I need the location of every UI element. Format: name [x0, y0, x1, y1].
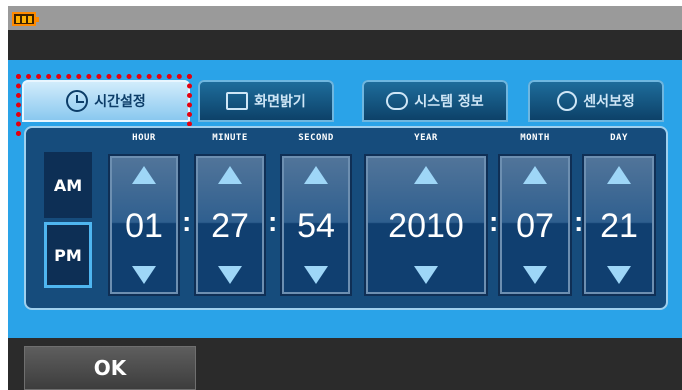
- day-header: DAY: [610, 133, 628, 143]
- hour-up-arrow-icon[interactable]: [132, 166, 156, 184]
- minute-up-arrow-icon[interactable]: [218, 166, 242, 184]
- month-up-arrow-icon[interactable]: [523, 166, 547, 184]
- day-down-arrow-icon[interactable]: [607, 266, 631, 284]
- year-up-arrow-icon[interactable]: [414, 166, 438, 184]
- pm-label: PM: [54, 245, 82, 265]
- minute-value: 27: [211, 207, 249, 245]
- year-value: 2010: [388, 207, 464, 245]
- hour-field: 01: [108, 154, 180, 296]
- tab-sensor-calibration[interactable]: 센서보정: [528, 80, 664, 122]
- tab-label: 센서보정: [583, 94, 635, 110]
- hour-header: HOUR: [132, 133, 156, 143]
- settings-area: 시간설정 화면밝기 시스템 정보 센서보정 AM PM HOUR MINUTE …: [8, 60, 682, 338]
- second-header: SECOND: [298, 133, 334, 143]
- am-label: AM: [53, 175, 83, 195]
- refresh-icon: [557, 91, 578, 111]
- year-header: YEAR: [414, 133, 438, 143]
- monitor-icon: [226, 92, 249, 110]
- hour-down-arrow-icon[interactable]: [132, 266, 156, 284]
- month-field: 07: [498, 154, 572, 296]
- time-setting-panel: AM PM HOUR MINUTE SECOND YEAR MONTH DAY …: [24, 126, 668, 310]
- year-down-arrow-icon[interactable]: [414, 266, 438, 284]
- month-header: MONTH: [520, 133, 550, 143]
- tab-label: 시스템 정보: [414, 94, 484, 110]
- device-screen: 시간설정 화면밝기 시스템 정보 센서보정 AM PM HOUR MINUTE …: [8, 6, 682, 390]
- second-down-arrow-icon[interactable]: [304, 266, 328, 284]
- ok-button[interactable]: OK: [24, 346, 196, 390]
- title-bar: [8, 12, 682, 60]
- hour-value: 01: [125, 207, 163, 245]
- status-bar: [8, 6, 682, 30]
- tab-screen-brightness[interactable]: 화면밝기: [198, 80, 334, 122]
- speech-bubble-icon: [386, 92, 409, 110]
- separator: :: [268, 206, 278, 237]
- pm-button[interactable]: PM: [44, 222, 92, 288]
- separator: :: [182, 206, 192, 237]
- second-value: 54: [297, 207, 335, 245]
- am-button[interactable]: AM: [44, 152, 92, 218]
- day-value: 21: [600, 207, 638, 245]
- month-value: 07: [516, 207, 554, 245]
- minute-down-arrow-icon[interactable]: [218, 266, 242, 284]
- day-field: 21: [582, 154, 656, 296]
- ok-label: OK: [93, 356, 127, 380]
- minute-header: MINUTE: [212, 133, 248, 143]
- minute-field: 27: [194, 154, 266, 296]
- tab-label: 화면밝기: [254, 94, 306, 110]
- day-up-arrow-icon[interactable]: [607, 166, 631, 184]
- second-field: 54: [280, 154, 352, 296]
- year-field: 2010: [364, 154, 488, 296]
- tab-system-info[interactable]: 시스템 정보: [362, 80, 508, 122]
- month-down-arrow-icon[interactable]: [523, 266, 547, 284]
- separator: :: [489, 206, 499, 237]
- battery-icon: [12, 12, 39, 26]
- second-up-arrow-icon[interactable]: [304, 166, 328, 184]
